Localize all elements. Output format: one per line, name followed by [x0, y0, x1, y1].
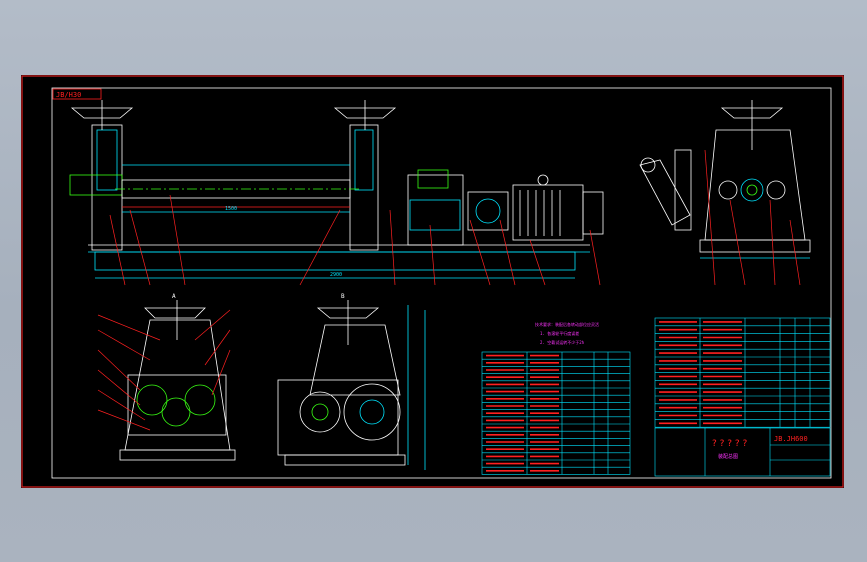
- note-line-1: 技术要求：装配后各转动部位应灵活: [535, 321, 599, 327]
- view-label-b: B: [341, 293, 345, 300]
- drawing-tag: JB/H30: [56, 91, 81, 99]
- note-line-2: 1. 各滚轮平行度误差: [540, 330, 579, 336]
- drawing-code: JB.JH600: [774, 435, 808, 443]
- parts-list-left: [481, 351, 631, 475]
- dim-roll-length: 1500: [225, 206, 237, 212]
- drawing-background: [21, 75, 844, 488]
- cad-drawing-sheet: JB/H30 2900 1500 A B 技术要求：装配后各转动部位应灵活 1.…: [21, 75, 844, 488]
- title-question-marks: ? ? ? ? ?: [712, 439, 748, 449]
- title-subtitle: 装配总图: [718, 453, 738, 460]
- view-label-a: A: [172, 293, 176, 300]
- dim-total-length: 2900: [330, 272, 342, 278]
- note-line-3: 2. 空载试运转不少于2h: [540, 339, 585, 345]
